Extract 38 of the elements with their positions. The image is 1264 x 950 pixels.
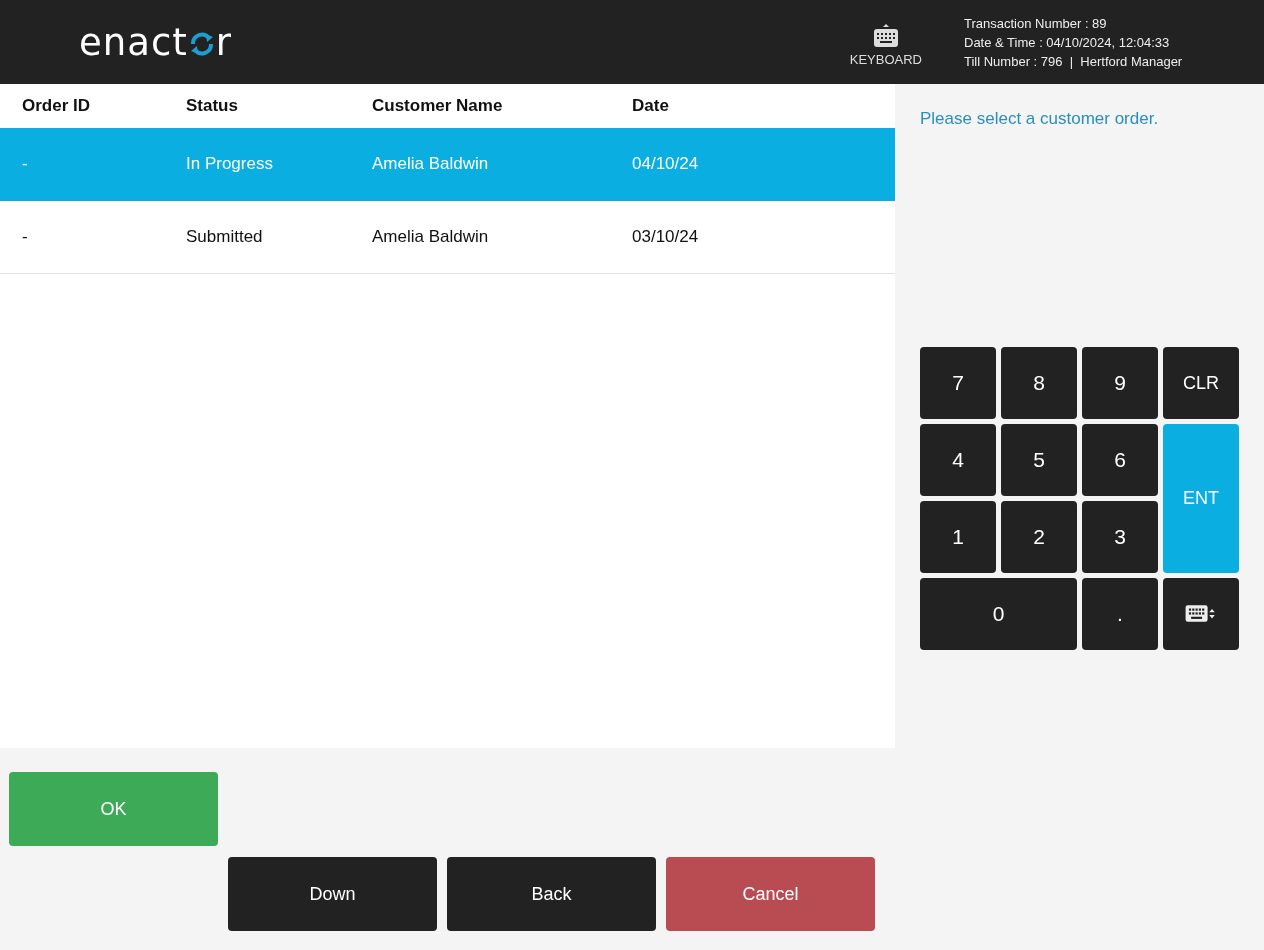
keypad-key[interactable]: 7 [920,347,996,419]
keyboard-button[interactable]: KEYBOARD [849,23,922,67]
action-button[interactable]: Down [228,857,437,931]
table-cell-text: Amelia Baldwin [372,227,490,247]
header-info-text: Till Number : 796 | Hertford Manager [964,52,1184,71]
keypad-key[interactable]: 0 [920,578,1077,650]
table-cell-text: In Progress [186,154,274,174]
clear-key[interactable]: CLR [1163,347,1239,419]
keypad-key[interactable]: 6 [1082,424,1158,496]
table-cell-text: Submitted [186,227,264,247]
keyboard-icon [1185,603,1217,625]
keyboard-toggle-key[interactable] [1163,578,1239,650]
instruction-message: Please select a customer order. [920,109,1160,129]
column-header: Customer Name [372,96,504,116]
keypad-key[interactable]: 1 [920,501,996,573]
table-cell-text: Amelia Baldwin [372,154,490,174]
cancel-button[interactable]: Cancel [666,857,875,931]
circular-arrows-icon [188,31,215,57]
keypad-key[interactable]: 8 [1001,347,1077,419]
action-button[interactable]: Back [447,857,656,931]
table-cell-text: - [22,227,29,247]
header-info-text: Date & Time : 04/10/2024, 12:04:33 [964,33,1171,52]
order-row[interactable]: - Submitted Amelia Baldwin 03/10/24 [0,201,895,274]
keypad-key[interactable]: . [1082,578,1158,650]
keypad-key[interactable]: 2 [1001,501,1077,573]
keypad-key[interactable]: 9 [1082,347,1158,419]
table-cell-text: 04/10/24 [632,154,700,174]
keypad-key[interactable]: 3 [1082,501,1158,573]
table-cell-text: - [22,154,29,174]
keypad-key[interactable]: 4 [920,424,996,496]
table-cell-text: 03/10/24 [632,227,700,247]
column-header: Date [632,96,670,116]
column-header: Order ID [22,96,92,116]
keypad-key[interactable]: 5 [1001,424,1077,496]
enactor-logo: enact r [79,20,232,64]
header-info-text: Transaction Number : 89 [964,14,1108,33]
keyboard-icon [872,23,899,48]
column-header: Status [186,96,239,116]
